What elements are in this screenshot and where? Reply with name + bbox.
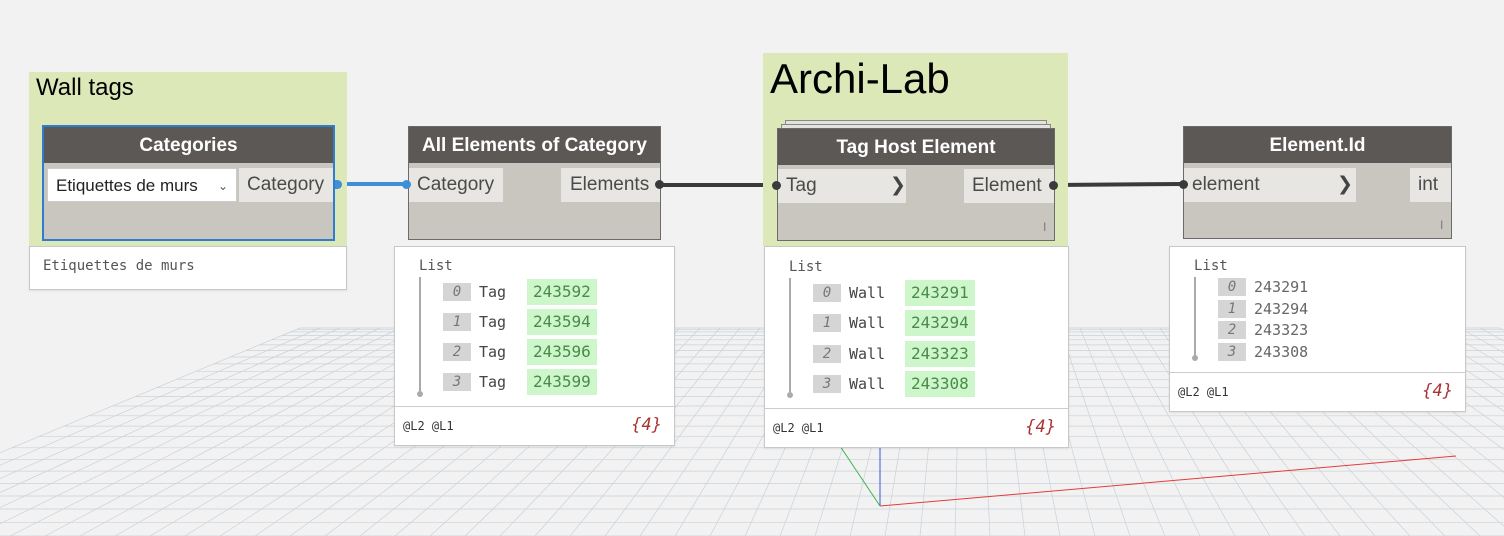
list-levels: @L2 @L1 <box>1178 385 1229 399</box>
list-tree-line <box>789 278 791 392</box>
tag-host-element-node[interactable]: Tag Host Element Tag ❯ Element l <box>777 128 1055 241</box>
node-title: All Elements of Category <box>409 127 660 163</box>
list-tree-end <box>1192 355 1198 361</box>
preview-footer: @L2 @L1 {4} <box>1170 372 1465 411</box>
item-count: {4} <box>1025 417 1056 437</box>
preview-footer: @L2 @L1 {4} <box>395 406 674 445</box>
item-count: {4} <box>1422 381 1453 401</box>
wire-element[interactable] <box>1053 182 1184 187</box>
categories-node[interactable]: Categories Etiquettes de murs ⌄ Category <box>42 125 342 241</box>
list-tree-line <box>1194 277 1196 357</box>
group-title-archi-lab: Archi-Lab <box>770 55 950 102</box>
output-connector[interactable] <box>1049 181 1058 190</box>
node-title: Element.Id <box>1184 127 1451 163</box>
group-title-wall-tags: Wall tags <box>36 74 134 101</box>
list-tree-end <box>787 392 793 398</box>
category-dropdown[interactable]: Etiquettes de murs ⌄ <box>47 168 237 202</box>
input-port-tag[interactable]: Tag <box>778 169 906 203</box>
node-title: Categories <box>44 127 333 163</box>
dropdown-value: Etiquettes de murs <box>56 176 198 195</box>
output-port-elements[interactable]: Elements <box>561 168 660 202</box>
input-connector[interactable] <box>402 180 411 189</box>
preview-value: Etiquettes de murs <box>43 258 195 274</box>
list-levels: @L2 @L1 <box>773 421 824 435</box>
chevron-right-icon: ❯ <box>890 175 906 196</box>
element-id-node[interactable]: Element.Id element ❯ int l <box>1183 126 1452 239</box>
list-levels: @L2 @L1 <box>403 419 454 433</box>
tag-host-preview: List 0 Wall 243291 1 Wall 243294 2 Wall … <box>764 246 1069 448</box>
item-count: {4} <box>631 415 662 435</box>
all-elements-of-category-node[interactable]: All Elements of Category Category Elemen… <box>408 126 661 240</box>
input-connector[interactable] <box>772 181 781 190</box>
list-header: List <box>789 259 823 275</box>
input-connector[interactable] <box>1179 180 1188 189</box>
output-port-int[interactable]: int <box>1410 168 1451 202</box>
output-port-element[interactable]: Element <box>964 169 1054 203</box>
output-connector[interactable] <box>655 180 664 189</box>
input-port-category[interactable]: Category <box>409 168 503 202</box>
list-header: List <box>419 258 453 274</box>
output-port-category[interactable]: Category <box>239 168 333 202</box>
node-title: Tag Host Element <box>778 129 1054 165</box>
list-tree-line <box>419 277 421 391</box>
lacing-indicator[interactable]: l <box>1440 218 1443 232</box>
list-tree-end <box>417 391 423 397</box>
chevron-down-icon: ⌄ <box>217 179 228 193</box>
chevron-right-icon: ❯ <box>1337 174 1353 195</box>
all-elements-preview: List 0 Tag 243592 1 Tag 243594 2 Tag 243… <box>394 246 675 446</box>
preview-footer: @L2 @L1 {4} <box>765 408 1068 447</box>
input-port-element[interactable]: element <box>1184 168 1356 202</box>
list-header: List <box>1194 258 1228 274</box>
element-id-preview: List 0 243291 1 243294 2 243323 3 243308… <box>1169 246 1466 412</box>
categories-preview: Etiquettes de murs <box>29 246 347 290</box>
lacing-indicator[interactable]: l <box>1043 220 1046 234</box>
